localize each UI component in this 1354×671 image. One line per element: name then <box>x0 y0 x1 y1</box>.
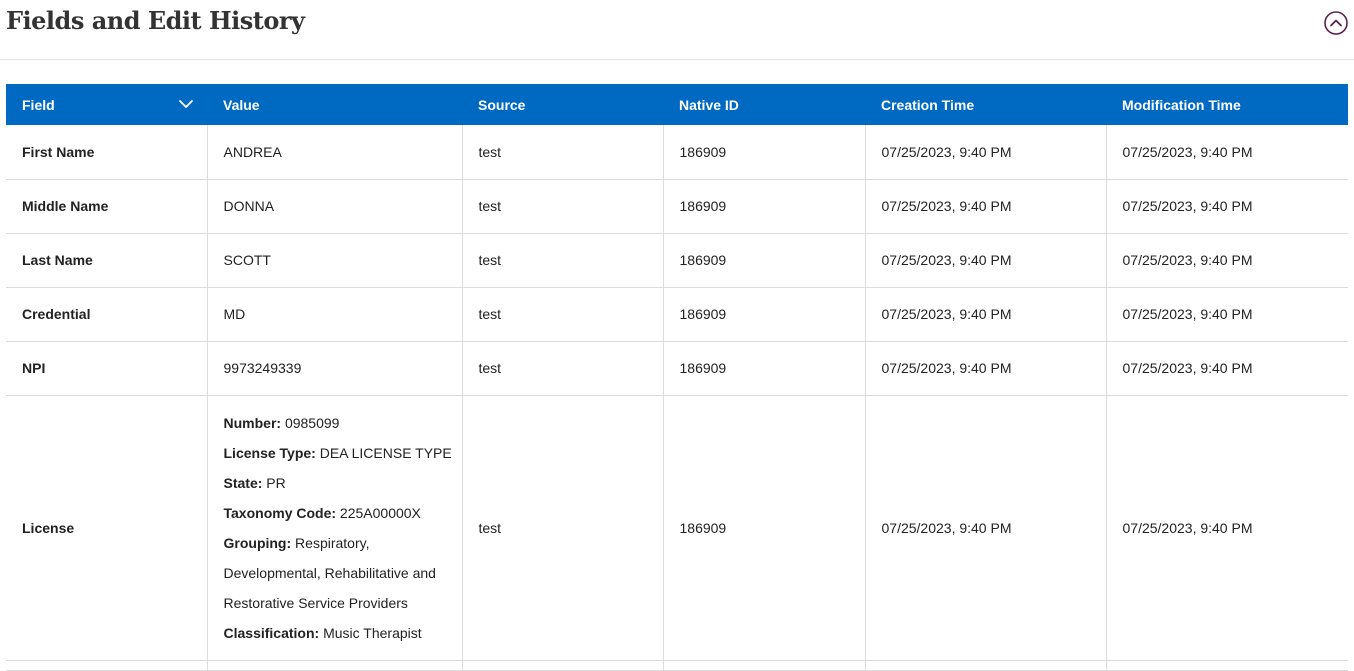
source-cell: test <box>462 287 664 342</box>
column-header-modification-time[interactable]: Modification Time <box>1106 84 1348 125</box>
value-cell: MD <box>207 287 463 342</box>
empty-cell <box>1106 660 1348 671</box>
license-key: Number: <box>223 414 282 431</box>
creation-time-cell: 07/25/2023, 9:40 PM <box>865 395 1107 661</box>
creation-time-cell: 07/25/2023, 9:40 PM <box>865 179 1107 234</box>
license-val: PR <box>266 474 286 491</box>
modification-time-cell: 07/25/2023, 9:40 PM <box>1106 125 1348 180</box>
table-row: First Name ANDREA test 186909 07/25/2023… <box>6 125 1348 180</box>
table-row: Last Name SCOTT test 186909 07/25/2023, … <box>6 233 1348 288</box>
license-key: License Type: <box>223 444 316 461</box>
page-title: Fields and Edit History <box>6 6 305 35</box>
field-name-cell: Last Name <box>6 233 208 288</box>
license-val: DEA LICENSE TYPE <box>319 444 452 461</box>
native-id-cell: 186909 <box>663 395 866 661</box>
section-header: Fields and Edit History <box>0 0 1354 60</box>
license-type: License Type: DEA LICENSE TYPE <box>224 438 462 468</box>
creation-time-cell: 07/25/2023, 9:40 PM <box>865 233 1107 288</box>
license-key: Grouping: <box>223 534 292 551</box>
field-name-cell: Middle Name <box>6 179 208 234</box>
creation-time-cell: 07/25/2023, 9:40 PM <box>865 287 1107 342</box>
empty-cell <box>865 660 1107 671</box>
field-name-cell: NPI <box>6 341 208 396</box>
table-row-license: License Number: 0985099 License Type: DE… <box>6 395 1348 661</box>
license-val: Music Therapist <box>323 624 422 641</box>
license-state: State: PR <box>224 468 462 498</box>
source-cell: test <box>462 179 664 234</box>
modification-time-cell: 07/25/2023, 9:40 PM <box>1106 287 1348 342</box>
source-cell: test <box>462 125 664 180</box>
empty-cell <box>6 660 208 671</box>
table-row: Credential MD test 186909 07/25/2023, 9:… <box>6 287 1348 342</box>
chevron-up-circle-icon <box>1324 11 1348 35</box>
table-row: Middle Name DONNA test 186909 07/25/2023… <box>6 179 1348 234</box>
field-name-cell: License <box>6 395 208 661</box>
license-key: Classification: <box>223 624 320 641</box>
table-row: NPI 9973249339 test 186909 07/25/2023, 9… <box>6 341 1348 396</box>
value-cell: DONNA <box>207 179 463 234</box>
column-header-value[interactable]: Value <box>207 84 462 125</box>
field-name-cell: First Name <box>6 125 208 180</box>
creation-time-cell: 07/25/2023, 9:40 PM <box>865 125 1107 180</box>
empty-cell <box>207 660 463 671</box>
license-details: Number: 0985099 License Type: DEA LICENS… <box>224 398 462 658</box>
license-val: 225A00000X <box>339 504 421 521</box>
native-id-cell: 186909 <box>663 233 866 288</box>
chevron-down-icon[interactable] <box>179 100 193 109</box>
value-cell: 9973249339 <box>207 341 463 396</box>
native-id-cell: 186909 <box>663 125 866 180</box>
value-cell: SCOTT <box>207 233 463 288</box>
native-id-cell: 186909 <box>663 179 866 234</box>
collapse-button[interactable] <box>1324 11 1348 35</box>
license-key: Taxonomy Code: <box>223 504 337 521</box>
modification-time-cell: 07/25/2023, 9:40 PM <box>1106 395 1348 661</box>
license-val: 0985099 <box>284 414 340 431</box>
modification-time-cell: 07/25/2023, 9:40 PM <box>1106 179 1348 234</box>
modification-time-cell: 07/25/2023, 9:40 PM <box>1106 233 1348 288</box>
table-row-partial <box>6 660 1348 671</box>
column-header-label: Field <box>22 96 55 113</box>
value-cell: ANDREA <box>207 125 463 180</box>
license-number: Number: 0985099 <box>224 408 462 438</box>
license-key: State: <box>223 474 263 491</box>
column-header-source[interactable]: Source <box>462 84 663 125</box>
license-value-cell: Number: 0985099 License Type: DEA LICENS… <box>207 395 463 661</box>
empty-cell <box>462 660 664 671</box>
fields-history-table: Field Value Source Native ID Creation Ti… <box>6 84 1348 671</box>
table-header-row: Field Value Source Native ID Creation Ti… <box>6 84 1348 125</box>
modification-time-cell: 07/25/2023, 9:40 PM <box>1106 341 1348 396</box>
source-cell: test <box>462 341 664 396</box>
empty-cell <box>663 660 866 671</box>
column-header-native-id[interactable]: Native ID <box>663 84 865 125</box>
native-id-cell: 186909 <box>663 341 866 396</box>
source-cell: test <box>462 395 664 661</box>
license-grouping: Grouping: Respiratory, Developmental, Re… <box>224 528 462 618</box>
field-name-cell: Credential <box>6 287 208 342</box>
column-header-creation-time[interactable]: Creation Time <box>865 84 1106 125</box>
creation-time-cell: 07/25/2023, 9:40 PM <box>865 341 1107 396</box>
license-classification: Classification: Music Therapist <box>224 618 462 648</box>
license-taxonomy-code: Taxonomy Code: 225A00000X <box>224 498 462 528</box>
native-id-cell: 186909 <box>663 287 866 342</box>
column-header-field[interactable]: Field <box>6 84 207 125</box>
source-cell: test <box>462 233 664 288</box>
